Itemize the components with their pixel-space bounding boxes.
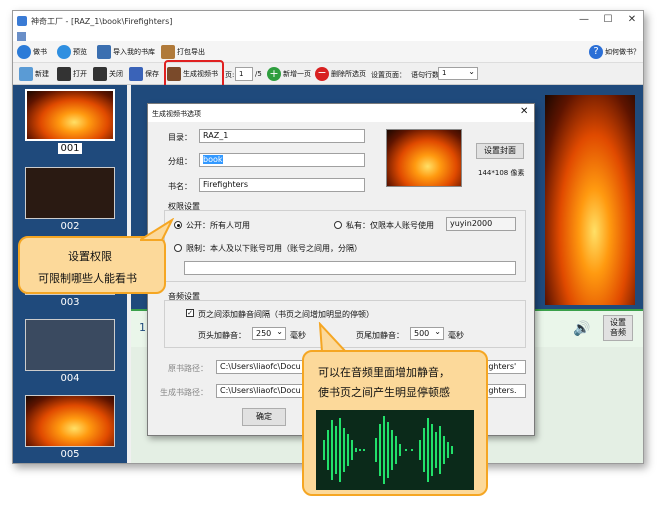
source-path-label: 原书路径： [168, 364, 208, 373]
delete-page-button[interactable]: − 删除所选页 [315, 66, 366, 82]
main-toolbar: 做书 预览 导入我的书库 打包导出 ? 如何做书？ [13, 41, 643, 63]
output-path-input[interactable]: C:\Users\liaofc\Docu [216, 384, 312, 398]
source-path-input[interactable]: C:\Users\liaofc\Docu [216, 360, 312, 374]
head-silence-select[interactable]: 250 [252, 326, 286, 340]
directory-input[interactable]: RAZ_1 [199, 129, 365, 143]
audio-callout-pointer [318, 322, 348, 352]
page-input[interactable]: 1 [235, 67, 253, 81]
permission-callout-pointer [140, 218, 175, 241]
ok-button[interactable]: 确定 [242, 408, 286, 426]
speaker-icon[interactable]: 🔊 [573, 321, 590, 337]
audio-settings-button[interactable]: 设置 音频 [603, 315, 633, 341]
make-book-button[interactable]: 做书 [17, 44, 47, 60]
thumbnail-002[interactable] [25, 167, 115, 219]
thumbnail-label: 001 [58, 143, 82, 154]
directory-label: 目录： [168, 133, 192, 142]
group-input[interactable]: book [199, 153, 365, 167]
package-icon [161, 45, 175, 59]
thumbnail-005[interactable] [25, 395, 115, 447]
account-input[interactable]: yuyin2000 [446, 217, 516, 231]
how-to-button[interactable]: ? 如何做书？ [589, 44, 640, 60]
output-path-label: 生成书路径： [160, 388, 208, 397]
cover-size-label: 144*108 像素 [478, 169, 525, 177]
title-bar: 神奇工厂 - [RAZ_1\book\Firefighters] — ☐ ✕ [13, 11, 643, 31]
restricted-label: 限制：本人及以下账号可用（账号之间用，分隔） [186, 244, 362, 253]
head-ms-label: 毫秒 [290, 331, 306, 340]
dialog-title: 生成视频书选项 [152, 110, 201, 118]
group-label: 分组： [168, 157, 192, 166]
thumbnail-004[interactable] [25, 319, 115, 371]
name-input[interactable]: Firefighters [199, 178, 365, 192]
export-package-button[interactable]: 打包导出 [161, 44, 205, 60]
thumbnail-label: 004 [60, 373, 80, 384]
page-toolbar: 新建 打开 关闭 保存 生成视频书 页: 1 /5 + 新增一页 − 删除所选页… [13, 63, 643, 85]
eye-icon [57, 45, 71, 59]
head-silence-label: 页头加静音： [198, 331, 246, 340]
save-button[interactable]: 保存 [129, 66, 159, 82]
permission-callout-line1: 设置权限 [68, 250, 112, 263]
waveform-image [316, 410, 474, 490]
thumbnail-001[interactable] [25, 89, 115, 141]
private-radio[interactable] [334, 221, 342, 229]
maximize-button[interactable]: ☐ [599, 14, 617, 25]
silence-label: 页之间添加静音间隔（书页之间增加明显的停顿） [198, 310, 374, 319]
audio-callout: 可以在音频里面增加静音， 使书页之间产生明显停顿感 [302, 350, 488, 496]
minimize-button[interactable]: — [575, 14, 593, 25]
page-label: 页: [225, 71, 235, 79]
page-total: /5 [255, 70, 262, 78]
close-file-button[interactable]: 关闭 [93, 66, 123, 82]
dialog-title-bar: 生成视频书选项 ✕ [148, 104, 534, 122]
audio-callout-line2: 使书页之间产生明显停顿感 [318, 386, 450, 399]
restricted-accounts-input[interactable] [184, 261, 516, 275]
name-label: 书名： [168, 182, 192, 191]
new-file-icon [19, 67, 33, 81]
settings-label: 设置页面： [371, 71, 406, 79]
page-image[interactable] [545, 95, 635, 305]
tail-silence-select[interactable]: 500 [410, 326, 444, 340]
restricted-radio[interactable] [174, 244, 182, 252]
tail-ms-label: 毫秒 [448, 331, 464, 340]
private-label: 私有：仅限本人账号使用 [346, 221, 434, 230]
set-cover-button[interactable]: 设置封面 [476, 143, 524, 159]
permission-callout-line2: 可限制哪些人能看书 [38, 272, 137, 285]
thumbnail-label: 002 [60, 221, 80, 232]
row-number: 1 [139, 321, 146, 334]
app-icon [17, 16, 27, 26]
add-page-button[interactable]: + 新增一页 [267, 66, 311, 82]
plus-icon: + [267, 67, 281, 81]
cover-preview [386, 129, 462, 187]
open-button[interactable]: 打开 [57, 66, 87, 82]
import-library-button[interactable]: 导入我的书库 [97, 44, 155, 60]
rows-select[interactable]: 1 [438, 66, 478, 80]
window-title: 神奇工厂 - [RAZ_1\book\Firefighters] [31, 17, 173, 26]
close-file-icon [93, 67, 107, 81]
dialog-close-button[interactable]: ✕ [520, 106, 528, 117]
minus-icon: − [315, 67, 329, 81]
public-label: 公开：所有人可用 [186, 221, 250, 230]
close-button[interactable]: ✕ [623, 14, 641, 25]
save-icon [129, 67, 143, 81]
new-button[interactable]: 新建 [19, 66, 49, 82]
audio-callout-line1: 可以在音频里面增加静音， [318, 366, 450, 379]
import-icon [97, 45, 111, 59]
rows-label: 语句行数 [411, 71, 439, 79]
tail-silence-label: 页尾加静音： [356, 331, 404, 340]
preview-button[interactable]: 预览 [57, 44, 87, 60]
thumbnail-label: 003 [60, 297, 80, 308]
group-value: book [203, 155, 223, 164]
help-icon: ? [589, 45, 603, 59]
folder-icon [57, 67, 71, 81]
permission-callout: 设置权限 可限制哪些人能看书 [18, 236, 166, 294]
make-book-icon [17, 45, 31, 59]
silence-checkbox[interactable]: ✓ [186, 309, 194, 317]
menu-icon[interactable] [17, 32, 26, 41]
thumbnail-label: 005 [60, 449, 80, 460]
